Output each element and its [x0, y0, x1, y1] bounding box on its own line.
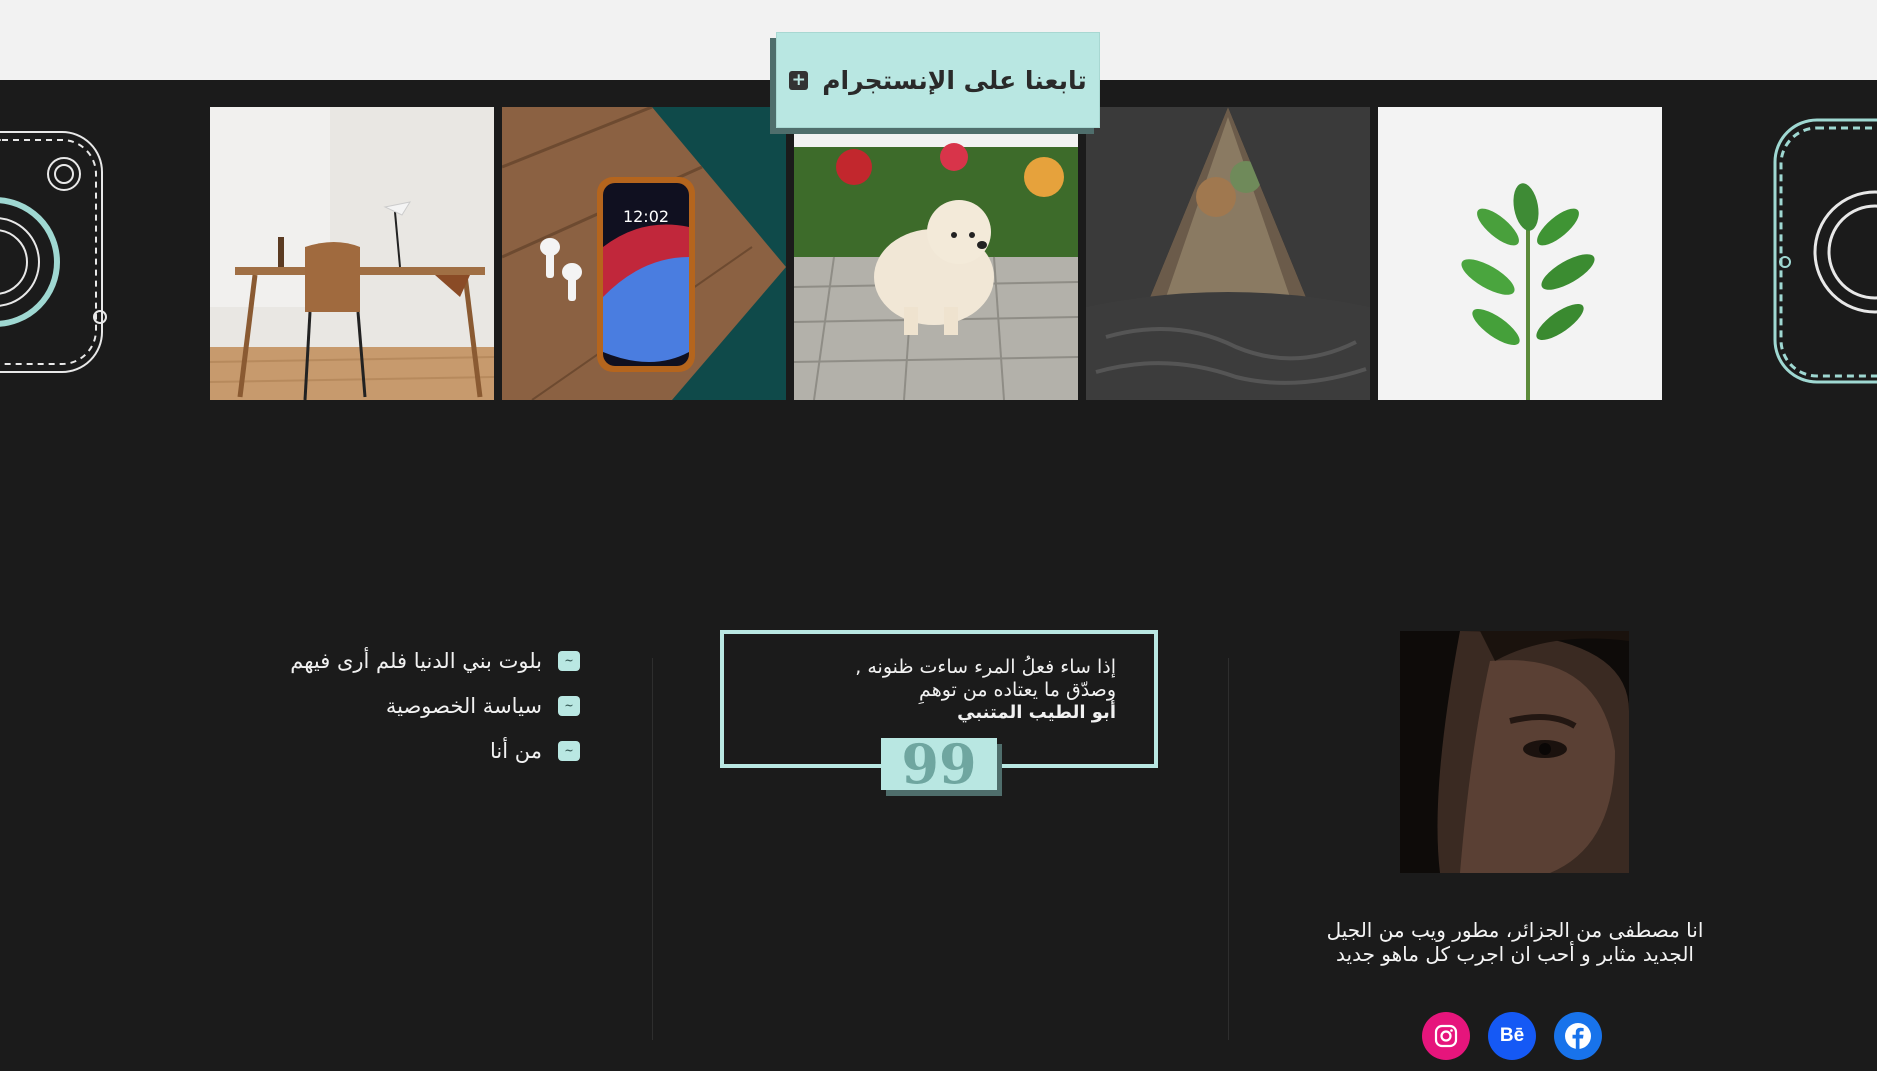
gallery-photo-puppy[interactable]: [794, 107, 1078, 400]
about-line-2: الجديد مثابر و أحب ان اجرب كل ماهو جديد: [1336, 942, 1694, 966]
camera-doodle-right-icon: [1773, 118, 1877, 384]
behance-link[interactable]: Bē: [1488, 1012, 1536, 1060]
gallery-photo-tent[interactable]: [1086, 107, 1370, 400]
footer-link-poem[interactable]: ~ بلوت بني الدنيا فلم أرى فيهم: [240, 638, 580, 683]
follow-instagram-label: تابعنا على الإنستجرام: [822, 65, 1087, 95]
footer-link-label: من أنا: [490, 738, 542, 763]
divider-right: [1228, 658, 1229, 1040]
link-badge-icon: ~: [558, 695, 580, 716]
footer-links: ~ بلوت بني الدنيا فلم أرى فيهم ~ سياسة ا…: [240, 638, 580, 773]
facebook-icon: [1565, 1023, 1591, 1049]
follow-instagram-button[interactable]: تابعنا على الإنستجرام +: [776, 32, 1100, 128]
quote-line-1: إذا ساء فعلُ المرء ساءت ظنونه ,: [855, 656, 1116, 678]
instagram-link[interactable]: [1422, 1012, 1470, 1060]
footer-link-label: بلوت بني الدنيا فلم أرى فيهم: [290, 648, 542, 673]
footer-link-label: سياسة الخصوصية: [385, 693, 542, 718]
svg-text:12:02: 12:02: [623, 207, 669, 226]
instagram-gallery: 12:02: [210, 107, 1666, 400]
link-badge-icon: ~: [558, 740, 580, 761]
link-badge-icon: ~: [558, 650, 580, 671]
gallery-photo-desk[interactable]: [210, 107, 494, 400]
instagram-icon: [1434, 1024, 1458, 1048]
quote-line-2: وصدّق ما يعتاده من توهمِ: [919, 679, 1116, 701]
about-line-1: انا مصطفى من الجزائر، مطور ويب من الجيل: [1326, 918, 1704, 942]
social-links: Bē: [1422, 1012, 1602, 1060]
instagram-follow: تابعنا على الإنستجرام +: [770, 32, 1100, 134]
gallery-photo-plant[interactable]: [1378, 107, 1662, 400]
divider-left: [652, 658, 653, 1040]
quote-author: أبو الطيب المتنبي: [957, 702, 1116, 723]
gallery-photo-phone[interactable]: 12:02: [502, 107, 786, 400]
avatar: [1400, 631, 1629, 873]
camera-doodle-left-icon: [0, 131, 107, 373]
facebook-link[interactable]: [1554, 1012, 1602, 1060]
about-text: انا مصطفى من الجزائر، مطور ويب من الجيل …: [1300, 918, 1730, 966]
footer-link-privacy[interactable]: ~ سياسة الخصوصية: [240, 683, 580, 728]
plus-icon: +: [789, 70, 809, 90]
behance-icon: Bē: [1499, 1025, 1525, 1046]
footer-link-about[interactable]: ~ من أنا: [240, 728, 580, 773]
quote-mark-icon: 99: [881, 737, 997, 791]
